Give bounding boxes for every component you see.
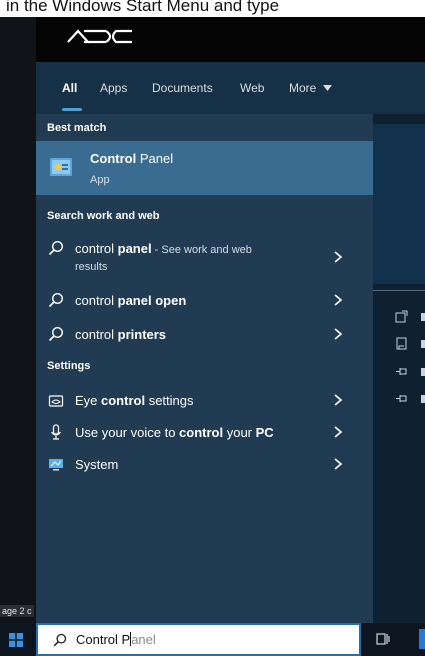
suggestion-text: control panel - See work and web — [75, 241, 252, 256]
taskbar-app-icon[interactable] — [419, 629, 425, 649]
windows-start-icon[interactable] — [9, 633, 23, 647]
tab-all[interactable]: All — [62, 81, 77, 95]
active-tab-indicator — [62, 108, 82, 111]
desktop-background: age 2 c — [0, 17, 36, 623]
control-panel-icon — [50, 158, 72, 176]
task-view-icon[interactable] — [376, 632, 390, 646]
pin-icon — [396, 368, 407, 375]
chevron-right-icon — [334, 458, 343, 470]
search-suggestion-control-panel-open[interactable]: control panel open — [36, 288, 373, 314]
best-match-title: Control Panel — [90, 151, 173, 166]
best-match-control-panel[interactable]: Control Panel App — [36, 141, 373, 195]
suggestion-bold: panel open — [117, 293, 187, 308]
preview-panel — [373, 114, 425, 623]
search-tabs: All Apps Documents Web More — [36, 62, 425, 114]
search-query: Control Panel — [76, 632, 156, 647]
instruction-text: in the Windows Start Menu and type — [6, 0, 280, 15]
suggestion-sub: results — [75, 261, 108, 273]
best-match-title-bold: Control — [90, 151, 137, 166]
tab-apps[interactable]: Apps — [100, 81, 127, 95]
setting-text: Use your voice to control your PC — [75, 425, 274, 440]
suggestion-bold: printers — [117, 327, 167, 342]
open-icon — [395, 310, 408, 323]
tab-web[interactable]: Web — [240, 81, 264, 95]
preview-action-text — [421, 395, 425, 403]
settings-voice-control[interactable]: Use your voice to control your PC — [36, 420, 373, 446]
search-icon — [53, 633, 67, 647]
search-query-suggested: anel — [131, 632, 156, 647]
start-search-menu: All Apps Documents Web More Best match C… — [36, 17, 425, 623]
adc-logo — [67, 29, 132, 44]
chevron-right-icon — [334, 394, 343, 406]
search-suggestion-control-printers[interactable]: control printers — [36, 322, 373, 348]
settings-system[interactable]: System — [36, 452, 373, 478]
setting-bold: control — [179, 425, 224, 440]
search-work-web-heading: Search work and web — [47, 210, 160, 222]
search-icon — [48, 240, 64, 256]
taskbar: Control Panel — [0, 623, 425, 656]
eye-icon — [48, 395, 64, 407]
tab-documents[interactable]: Documents — [152, 81, 213, 95]
search-query-typed: Control P — [76, 632, 131, 647]
preview-card — [373, 124, 425, 284]
menu-header — [36, 17, 425, 62]
setting-post: your — [223, 425, 256, 440]
settings-heading: Settings — [47, 360, 91, 372]
pin-icon — [396, 395, 407, 402]
chevron-right-icon — [334, 426, 343, 438]
microphone-icon — [51, 424, 61, 440]
search-icon — [48, 292, 64, 308]
setting-text: System — [75, 457, 119, 472]
caret-down-icon — [322, 85, 332, 91]
taskbar-search-input[interactable]: Control Panel — [36, 623, 361, 656]
preview-action-text — [421, 313, 425, 321]
suggestion-pre: control — [75, 241, 118, 256]
preview-action-text — [421, 340, 425, 348]
best-match-title-rest: Panel — [136, 151, 174, 166]
best-match-heading: Best match — [47, 122, 107, 134]
best-match-subtitle: App — [90, 174, 110, 186]
suggestion-pre: control — [75, 327, 118, 342]
suggestion-text: control panel open — [75, 293, 186, 308]
suggestion-text: control printers — [75, 327, 166, 342]
preview-divider — [373, 290, 425, 291]
tab-more[interactable]: More — [289, 81, 332, 95]
results-panel: Best match Control Panel App Search work… — [36, 114, 373, 623]
chevron-right-icon — [334, 251, 343, 263]
instruction-strip: in the Windows Start Menu and type — [0, 0, 425, 17]
setting-bold: control — [101, 393, 146, 408]
setting-pre: Use your voice to — [75, 425, 180, 440]
file-location-icon — [396, 337, 407, 350]
tab-more-label: More — [289, 81, 317, 95]
setting-bold-2: PC — [255, 425, 274, 440]
search-icon — [48, 326, 64, 342]
preview-action-text — [421, 368, 425, 376]
monitor-icon — [49, 459, 63, 471]
settings-eye-control[interactable]: Eye control settings — [36, 388, 373, 414]
chevron-right-icon — [334, 294, 343, 306]
suggestion-hint: - See work and web — [151, 244, 252, 256]
chevron-right-icon — [334, 328, 343, 340]
suggestion-bold: panel — [117, 241, 152, 256]
setting-pre: Eye — [75, 393, 102, 408]
suggestion-pre: control — [75, 293, 118, 308]
setting-text: Eye control settings — [75, 393, 194, 408]
setting-post: settings — [145, 393, 194, 408]
document-status-text: age 2 c — [0, 605, 34, 617]
search-suggestion-control-panel[interactable]: control panel - See work and web results — [36, 234, 373, 282]
